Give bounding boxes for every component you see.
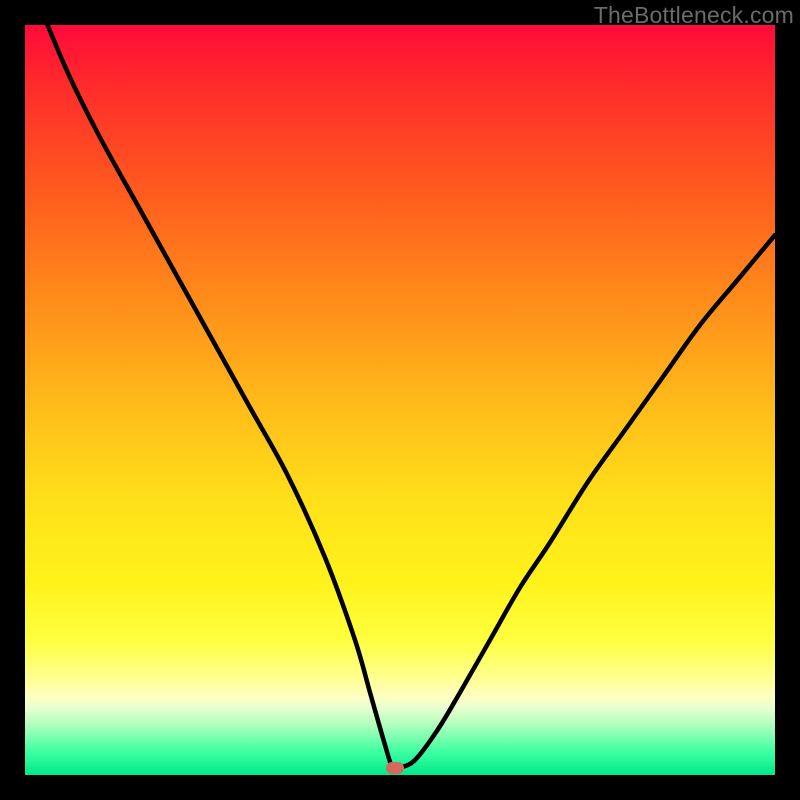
chart-frame: TheBottleneck.com	[0, 0, 800, 800]
curve-svg	[25, 25, 775, 775]
bottleneck-curve	[48, 25, 776, 769]
minimum-marker	[386, 762, 404, 774]
plot-area	[25, 25, 775, 775]
